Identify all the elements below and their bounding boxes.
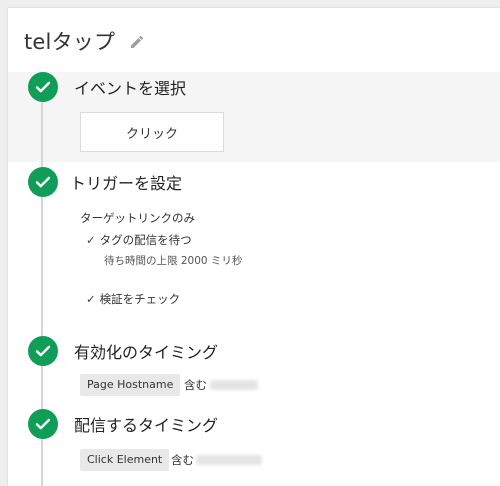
enable-variable-chip: Page Hostname (80, 374, 181, 396)
fire-value-redacted (196, 455, 262, 465)
trigger-scope: ターゲットリンクのみ (80, 211, 195, 225)
step-enable: 有効化のタイミング (28, 336, 218, 366)
pencil-icon[interactable] (129, 34, 145, 50)
check-circle-icon (28, 167, 58, 197)
check-circle-icon (28, 72, 58, 102)
wait-tags-label: タグの配信を待つ (99, 233, 192, 247)
validate-row: ✓ 検証をチェック (86, 291, 180, 307)
step-trigger: トリガーを設定 (28, 167, 182, 197)
check-circle-icon (28, 409, 58, 439)
trigger-title: telタップ (24, 30, 116, 54)
step-event-title: イベントを選択 (74, 79, 187, 98)
max-wait-label: 待ち時間の上限 2000 ミリ秒 (104, 255, 243, 267)
step-fire: 配信するタイミング (28, 409, 218, 439)
wait-tags-row: ✓ タグの配信を待つ (86, 232, 192, 248)
validate-label: 検証をチェック (99, 292, 181, 306)
step-enable-title: 有効化のタイミング (74, 343, 219, 362)
checkmark-icon: ✓ (86, 292, 96, 306)
step-event: イベントを選択 (28, 72, 186, 102)
step-trigger-title: トリガーを設定 (70, 174, 183, 193)
enable-value-redacted (210, 380, 258, 390)
fire-variable-chip: Click Element (80, 449, 170, 471)
check-circle-icon (28, 336, 58, 366)
step-fire-title: 配信するタイミング (74, 416, 219, 435)
enable-operator: 含む (184, 378, 207, 392)
checkmark-icon: ✓ (86, 233, 96, 247)
fire-operator: 含む (171, 453, 194, 467)
title-row: telタップ (24, 26, 145, 56)
event-option-click[interactable]: クリック (80, 112, 224, 152)
